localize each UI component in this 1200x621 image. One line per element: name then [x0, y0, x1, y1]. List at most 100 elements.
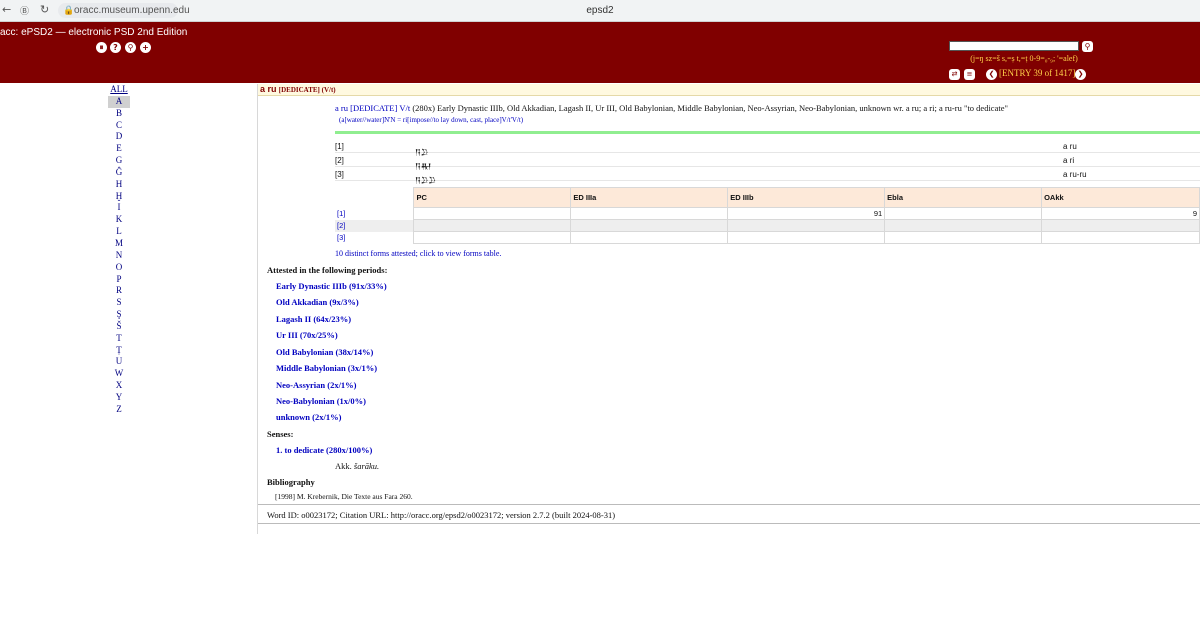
- letter-link[interactable]: C: [108, 120, 130, 132]
- letter-link[interactable]: U: [108, 356, 130, 368]
- letter-all-link[interactable]: ALL: [108, 84, 130, 96]
- period-link[interactable]: Neo-Assyrian (2x/1%): [276, 380, 357, 390]
- search-icon[interactable]: ⚲: [1082, 41, 1093, 52]
- letter-link[interactable]: O: [108, 262, 130, 274]
- period-cell: 91: [727, 207, 886, 220]
- form-transliteration: a ru-ru: [1063, 170, 1087, 179]
- period-cell: [413, 231, 572, 244]
- letter-link[interactable]: M: [108, 238, 130, 250]
- form-row: [2] 𒀀𒊑 a ri: [335, 155, 1200, 171]
- letter-link[interactable]: D: [108, 131, 130, 143]
- summary-citation-form[interactable]: a ru: [335, 103, 348, 113]
- letter-link[interactable]: Ĝ: [108, 167, 130, 179]
- form-transliteration: a ri: [1063, 156, 1075, 165]
- letter-link[interactable]: Š: [108, 321, 130, 333]
- senses-heading: Senses:: [267, 429, 294, 439]
- tab-title: epsd2: [586, 5, 614, 16]
- letter-link[interactable]: K: [108, 214, 130, 226]
- period-link[interactable]: unknown (2x/1%): [276, 412, 341, 422]
- period-row-number[interactable]: [3]: [335, 232, 414, 244]
- search-input[interactable]: [949, 41, 1079, 51]
- letter-link[interactable]: G: [108, 155, 130, 167]
- letter-link[interactable]: B: [108, 108, 130, 120]
- letter-link[interactable]: Ḫ: [108, 191, 130, 203]
- entry-title-bar: a ru [DEDICATE] (V/t): [258, 84, 1200, 96]
- summary-text: (280x) Early Dynastic IIIb, Old Akkadian…: [412, 103, 1008, 113]
- help-icon[interactable]: ?: [110, 42, 121, 53]
- period-cell: [570, 207, 729, 220]
- browser-toolbar: ← Ⓑ ↻ 🔒 oracc.museum.upenn.edu epsd2: [0, 0, 1200, 22]
- akk-prefix: Akk.: [335, 461, 352, 471]
- bibliography-item: [1998] M. Krebernik, Die Texte aus Fara …: [275, 492, 413, 501]
- bibliography-heading: Bibliography: [267, 477, 315, 487]
- letter-link[interactable]: N: [108, 250, 130, 262]
- form-row: [1] 𒀀𒊒 a ru: [335, 141, 1200, 157]
- letter-link[interactable]: H: [108, 179, 130, 191]
- letter-link[interactable]: E: [108, 143, 130, 155]
- letter-link[interactable]: I: [108, 202, 130, 214]
- period-table: PC ED IIIa ED IIIb Ebla OAkk [1] 91 9 [2…: [335, 187, 1200, 244]
- entry-counter: [ENTRY 39 of 1417]: [999, 68, 1076, 78]
- akk-word: šarāku.: [353, 461, 380, 471]
- period-table-row: [1] 91 9: [335, 207, 1200, 220]
- period-header: ED IIIb: [727, 187, 886, 208]
- prev-entry-icon[interactable]: ❮: [986, 69, 997, 80]
- period-link[interactable]: Ur III (70x/25%): [276, 330, 338, 340]
- letter-link[interactable]: T: [108, 333, 130, 345]
- period-header: ED IIIa: [570, 187, 729, 208]
- period-link[interactable]: Neo-Babylonian (1x/0%): [276, 396, 366, 406]
- period-link[interactable]: Old Babylonian (38x/14%): [276, 347, 373, 357]
- form-number: [3]: [335, 170, 344, 179]
- period-link[interactable]: Early Dynastic IIIb (91x/33%): [276, 281, 387, 291]
- period-cell: [1041, 231, 1200, 244]
- letter-link[interactable]: W: [108, 368, 130, 380]
- letter-link[interactable]: Y: [108, 392, 130, 404]
- sense-link[interactable]: 1. to dedicate (280x/100%): [276, 445, 372, 455]
- footer-divider: [258, 504, 1200, 505]
- pause-icon[interactable]: ⏸: [96, 42, 107, 53]
- letter-link[interactable]: P: [108, 274, 130, 286]
- entry-summary: a ru [DEDICATE] V/t (280x) Early Dynasti…: [335, 103, 1008, 113]
- letter-link[interactable]: L: [108, 226, 130, 238]
- letter-link[interactable]: S: [108, 297, 130, 309]
- content-divider: [257, 84, 258, 534]
- entry-citation-form: a ru: [260, 84, 277, 94]
- app-title: acc: ePSD2 — electronic PSD 2nd Edition: [0, 27, 188, 38]
- period-table-row: [3]: [335, 231, 1200, 244]
- period-cell: [570, 231, 729, 244]
- forms-table-link[interactable]: 10 distinct forms attested; click to vie…: [335, 249, 501, 258]
- period-link[interactable]: Lagash II (64x/23%): [276, 314, 351, 324]
- next-entry-icon[interactable]: ❯: [1075, 69, 1086, 80]
- period-cell: [884, 207, 1043, 220]
- period-row-number[interactable]: [2]: [335, 219, 414, 232]
- plus-icon[interactable]: +: [140, 42, 151, 53]
- summary-guideword[interactable]: [DEDICATE]: [350, 103, 397, 113]
- period-link[interactable]: Middle Babylonian (3x/1%): [276, 363, 377, 373]
- letter-link[interactable]: R: [108, 285, 130, 297]
- period-table-row: [2]: [335, 219, 1200, 232]
- period-table-header: PC ED IIIa ED IIIb Ebla OAkk: [335, 187, 1200, 208]
- letter-link[interactable]: A: [108, 95, 130, 108]
- footer-divider: [258, 523, 1200, 524]
- period-link[interactable]: Old Akkadian (9x/3%): [276, 297, 359, 307]
- letter-link[interactable]: Ṭ: [108, 345, 130, 357]
- search-toggle-icon[interactable]: ⚲: [125, 42, 136, 53]
- letter-link[interactable]: Ş: [108, 309, 130, 321]
- menu-icon[interactable]: ≡: [964, 69, 975, 80]
- attested-heading: Attested in the following periods:: [267, 265, 388, 275]
- period-cell: [884, 219, 1043, 232]
- period-row-number[interactable]: [1]: [335, 208, 414, 220]
- period-cell: [727, 219, 886, 232]
- period-cell: 9: [1041, 207, 1200, 220]
- summary-compound[interactable]: (a[water//water]N'N = ri[impose//to lay …: [339, 116, 523, 124]
- letter-link[interactable]: Z: [108, 404, 130, 416]
- form-row: [3] 𒀀𒊒𒊒 a ru-ru: [335, 169, 1200, 185]
- period-cell: [570, 219, 729, 232]
- separator-line: [335, 131, 1200, 134]
- entry-guideword: [DEDICATE] (V/t): [278, 86, 336, 94]
- letter-link[interactable]: X: [108, 380, 130, 392]
- period-cell: [413, 207, 572, 220]
- summary-pos[interactable]: V/t: [399, 103, 410, 113]
- period-header: PC: [413, 187, 572, 208]
- swap-icon[interactable]: ⇄: [949, 69, 960, 80]
